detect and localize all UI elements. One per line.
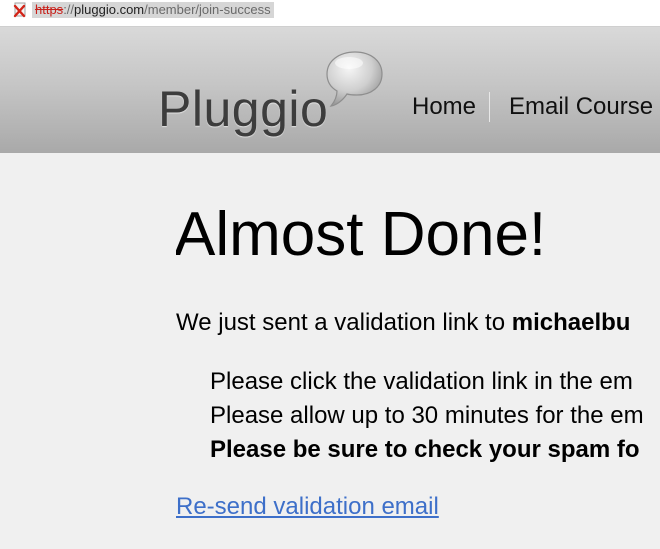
pluggio-logo[interactable]: Pluggio [158,47,388,147]
insecure-connection-icon[interactable] [12,2,28,18]
resend-validation-link[interactable]: Re-send validation email [176,491,439,523]
page-title: Almost Done! [176,200,547,269]
recipient-email: michaelbu [511,309,631,336]
instruction-click-link: Please click the validation link in the … [210,368,633,395]
nav-email-course[interactable]: Email Course [509,91,653,123]
logo-wordmark: Pluggio [158,81,329,137]
nav-divider [489,92,491,122]
url-text[interactable]: https://pluggio.com/member/join-success [32,2,274,18]
url-scheme: https [35,2,64,17]
nav-home[interactable]: Home [412,91,476,123]
instruction-allow-time: Please allow up to 30 minutes for the em [210,402,644,429]
main-content: Almost Done! We just sent a validation l… [176,153,660,549]
main-nav: Home Email Course [412,91,653,123]
url-separator: :// [63,2,75,17]
site-header: Pluggio Home Email Course [0,27,660,153]
validation-message-text: We just sent a validation link to [176,309,512,336]
validation-message: We just sent a validation link to michae… [176,307,630,339]
instruction-check-spam: Please be sure to check your spam fo [210,436,640,463]
address-bar[interactable]: https://pluggio.com/member/join-success [0,0,660,27]
url-path: /member/join-success [144,2,271,17]
url-host: pluggio.com [74,2,145,17]
speech-bubble-icon [325,49,385,116]
url-display[interactable]: https://pluggio.com/member/join-success [12,2,274,18]
instructions-list: Please click the validation link in the … [210,365,644,467]
